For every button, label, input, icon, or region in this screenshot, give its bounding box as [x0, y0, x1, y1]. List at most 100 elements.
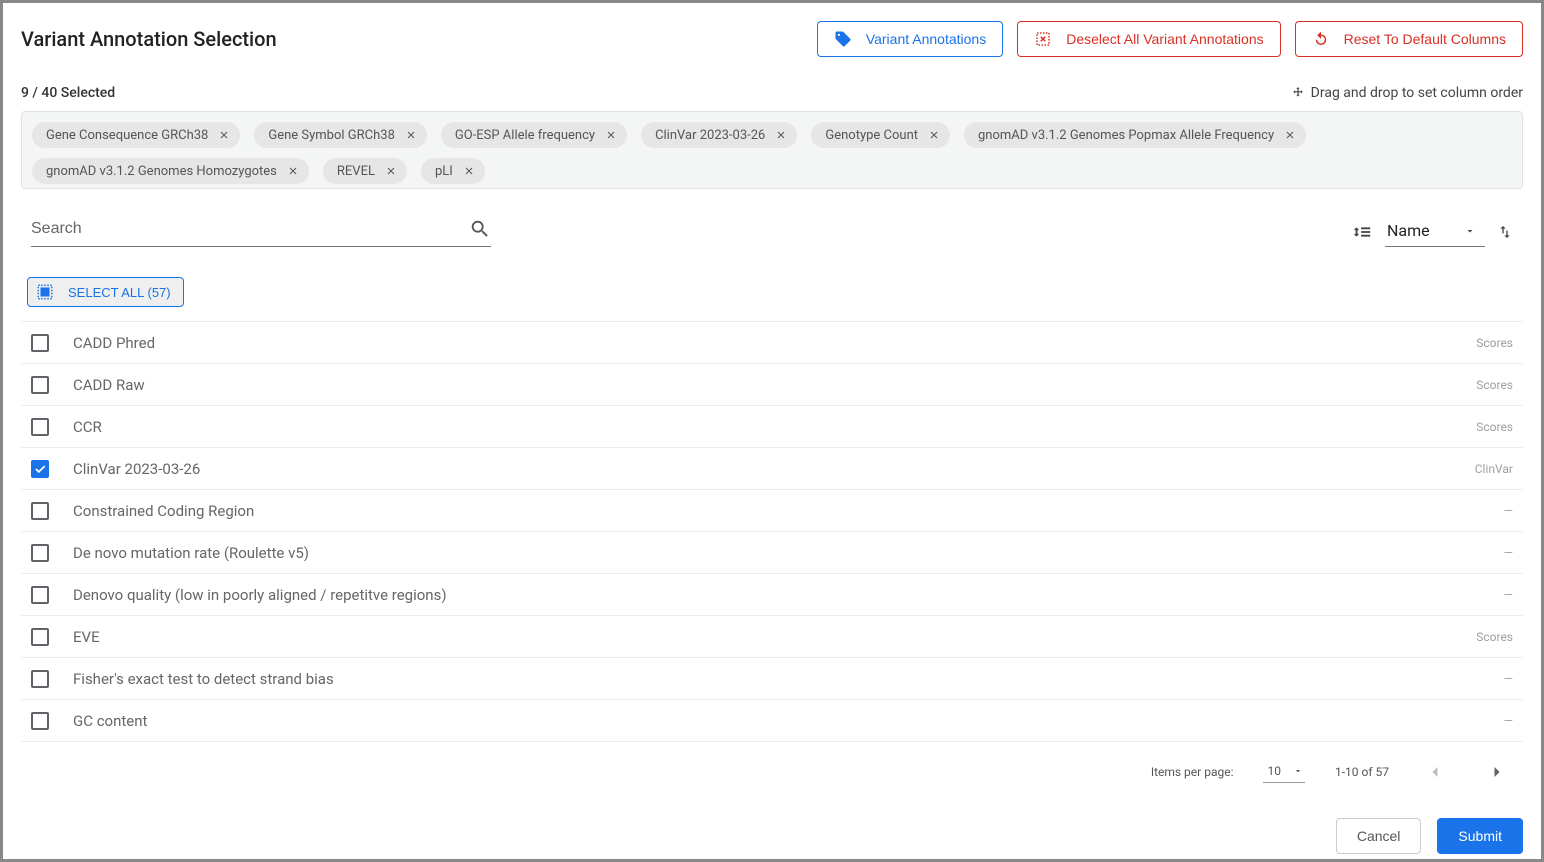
- row-checkbox[interactable]: [31, 586, 49, 604]
- select-all-icon: [36, 283, 54, 301]
- row-checkbox[interactable]: [31, 418, 49, 436]
- chip[interactable]: Gene Consequence GRCh38: [32, 122, 240, 148]
- annotation-table: CADD PhredScoresCADD RawScoresCCRScoresC…: [21, 321, 1523, 742]
- table-row: CCRScores: [21, 406, 1523, 448]
- sort-value: Name: [1387, 221, 1430, 240]
- row-label: Constrained Coding Region: [73, 502, 1480, 520]
- deselect-icon: [1034, 30, 1052, 48]
- close-icon[interactable]: [287, 165, 299, 177]
- chip[interactable]: ClinVar 2023-03-26: [641, 122, 797, 148]
- chip-label: pLI: [435, 164, 453, 179]
- row-checkbox[interactable]: [31, 460, 49, 478]
- close-icon[interactable]: [1284, 129, 1296, 141]
- select-all-button[interactable]: SELECT ALL (57): [27, 277, 184, 307]
- drag-hint-text: Drag and drop to set column order: [1311, 85, 1523, 101]
- table-row: Constrained Coding Region —: [21, 490, 1523, 532]
- table-row: De novo mutation rate (Roulette v5)—: [21, 532, 1523, 574]
- header-actions: Variant Annotations Deselect All Variant…: [817, 21, 1523, 57]
- chip[interactable]: Genotype Count: [811, 122, 950, 148]
- reset-columns-label: Reset To Default Columns: [1344, 31, 1506, 47]
- chip[interactable]: REVEL: [323, 158, 407, 184]
- row-checkbox[interactable]: [31, 334, 49, 352]
- line-spacing-icon[interactable]: [1351, 221, 1373, 243]
- table-row: ClinVar 2023-03-26ClinVar: [21, 448, 1523, 490]
- row-label: EVE: [73, 628, 1452, 646]
- row-label: CADD Phred: [73, 334, 1452, 352]
- chip[interactable]: GO-ESP Allele frequency: [441, 122, 627, 148]
- row-category: Scores: [1476, 630, 1513, 644]
- sort-select[interactable]: Name: [1385, 217, 1485, 247]
- row-category: —: [1504, 672, 1513, 686]
- deselect-all-button[interactable]: Deselect All Variant Annotations: [1017, 21, 1280, 57]
- chip-label: Gene Symbol GRCh38: [268, 128, 395, 143]
- chip[interactable]: gnomAD v3.1.2 Genomes Homozygotes: [32, 158, 309, 184]
- submit-button[interactable]: Submit: [1437, 818, 1523, 854]
- chip-label: Gene Consequence GRCh38: [46, 128, 208, 143]
- reset-columns-button[interactable]: Reset To Default Columns: [1295, 21, 1523, 57]
- row-checkbox[interactable]: [31, 712, 49, 730]
- row-label: GC content: [73, 712, 1480, 730]
- close-icon[interactable]: [385, 165, 397, 177]
- close-icon[interactable]: [605, 129, 617, 141]
- chip[interactable]: pLI: [421, 158, 485, 184]
- selected-chips-area: Gene Consequence GRCh38 Gene Symbol GRCh3…: [21, 111, 1523, 189]
- close-icon[interactable]: [463, 165, 475, 177]
- close-icon[interactable]: [218, 129, 230, 141]
- chip-label: REVEL: [337, 164, 375, 179]
- row-category: Scores: [1476, 336, 1513, 350]
- variant-annotations-label: Variant Annotations: [866, 31, 986, 47]
- select-all-label: SELECT ALL (57): [68, 285, 171, 300]
- swap-sort-icon[interactable]: [1497, 224, 1513, 240]
- items-per-page-select[interactable]: 10: [1263, 762, 1305, 783]
- row-checkbox[interactable]: [31, 376, 49, 394]
- chip-label: Genotype Count: [825, 128, 918, 143]
- reset-icon: [1312, 30, 1330, 48]
- page-title: Variant Annotation Selection: [21, 27, 277, 51]
- row-label: CADD Raw: [73, 376, 1452, 394]
- dropdown-caret-icon: [1464, 225, 1476, 237]
- search-input[interactable]: [31, 220, 469, 238]
- variant-annotations-button[interactable]: Variant Annotations: [817, 21, 1003, 57]
- drag-hint: Drag and drop to set column order: [1291, 85, 1523, 101]
- cancel-button[interactable]: Cancel: [1336, 818, 1422, 854]
- row-checkbox[interactable]: [31, 544, 49, 562]
- close-icon[interactable]: [405, 129, 417, 141]
- row-category: Scores: [1476, 378, 1513, 392]
- row-category: —: [1504, 588, 1513, 602]
- table-row: Denovo quality (low in poorly aligned / …: [21, 574, 1523, 616]
- chip-label: gnomAD v3.1.2 Genomes Popmax Allele Freq…: [978, 128, 1274, 143]
- close-icon[interactable]: [928, 129, 940, 141]
- row-checkbox[interactable]: [31, 670, 49, 688]
- chip[interactable]: gnomAD v3.1.2 Genomes Popmax Allele Freq…: [964, 122, 1306, 148]
- close-icon[interactable]: [775, 129, 787, 141]
- row-label: Fisher's exact test to detect strand bia…: [73, 670, 1480, 688]
- row-label: De novo mutation rate (Roulette v5): [73, 544, 1480, 562]
- next-page-button[interactable]: [1481, 756, 1513, 788]
- table-row: EVE Scores: [21, 616, 1523, 658]
- items-per-page-value: 10: [1267, 764, 1281, 778]
- table-row: CADD Phred Scores: [21, 322, 1523, 364]
- chip[interactable]: Gene Symbol GRCh38: [254, 122, 427, 148]
- move-icon: [1291, 86, 1305, 100]
- tag-icon: [834, 30, 852, 48]
- chip-label: GO-ESP Allele frequency: [455, 128, 595, 143]
- row-category: —: [1504, 504, 1513, 518]
- row-checkbox[interactable]: [31, 502, 49, 520]
- row-label: ClinVar 2023-03-26: [73, 460, 1451, 478]
- row-label: Denovo quality (low in poorly aligned / …: [73, 586, 1480, 604]
- pagination: Items per page: 10 1-10 of 57: [21, 756, 1523, 788]
- search-icon: [469, 218, 491, 240]
- table-row: Fisher's exact test to detect strand bia…: [21, 658, 1523, 700]
- chip-label: gnomAD v3.1.2 Genomes Homozygotes: [46, 164, 277, 179]
- row-category: —: [1504, 714, 1513, 728]
- search-field[interactable]: [31, 218, 491, 247]
- selection-summary: 9 / 40 Selected: [21, 85, 115, 101]
- table-row: CADD Raw Scores: [21, 364, 1523, 406]
- table-row: GC content —: [21, 700, 1523, 742]
- pagination-range: 1-10 of 57: [1335, 765, 1389, 779]
- prev-page-button[interactable]: [1419, 756, 1451, 788]
- deselect-all-label: Deselect All Variant Annotations: [1066, 31, 1263, 47]
- row-category: Scores: [1476, 420, 1513, 434]
- chip-label: ClinVar 2023-03-26: [655, 128, 765, 143]
- row-checkbox[interactable]: [31, 628, 49, 646]
